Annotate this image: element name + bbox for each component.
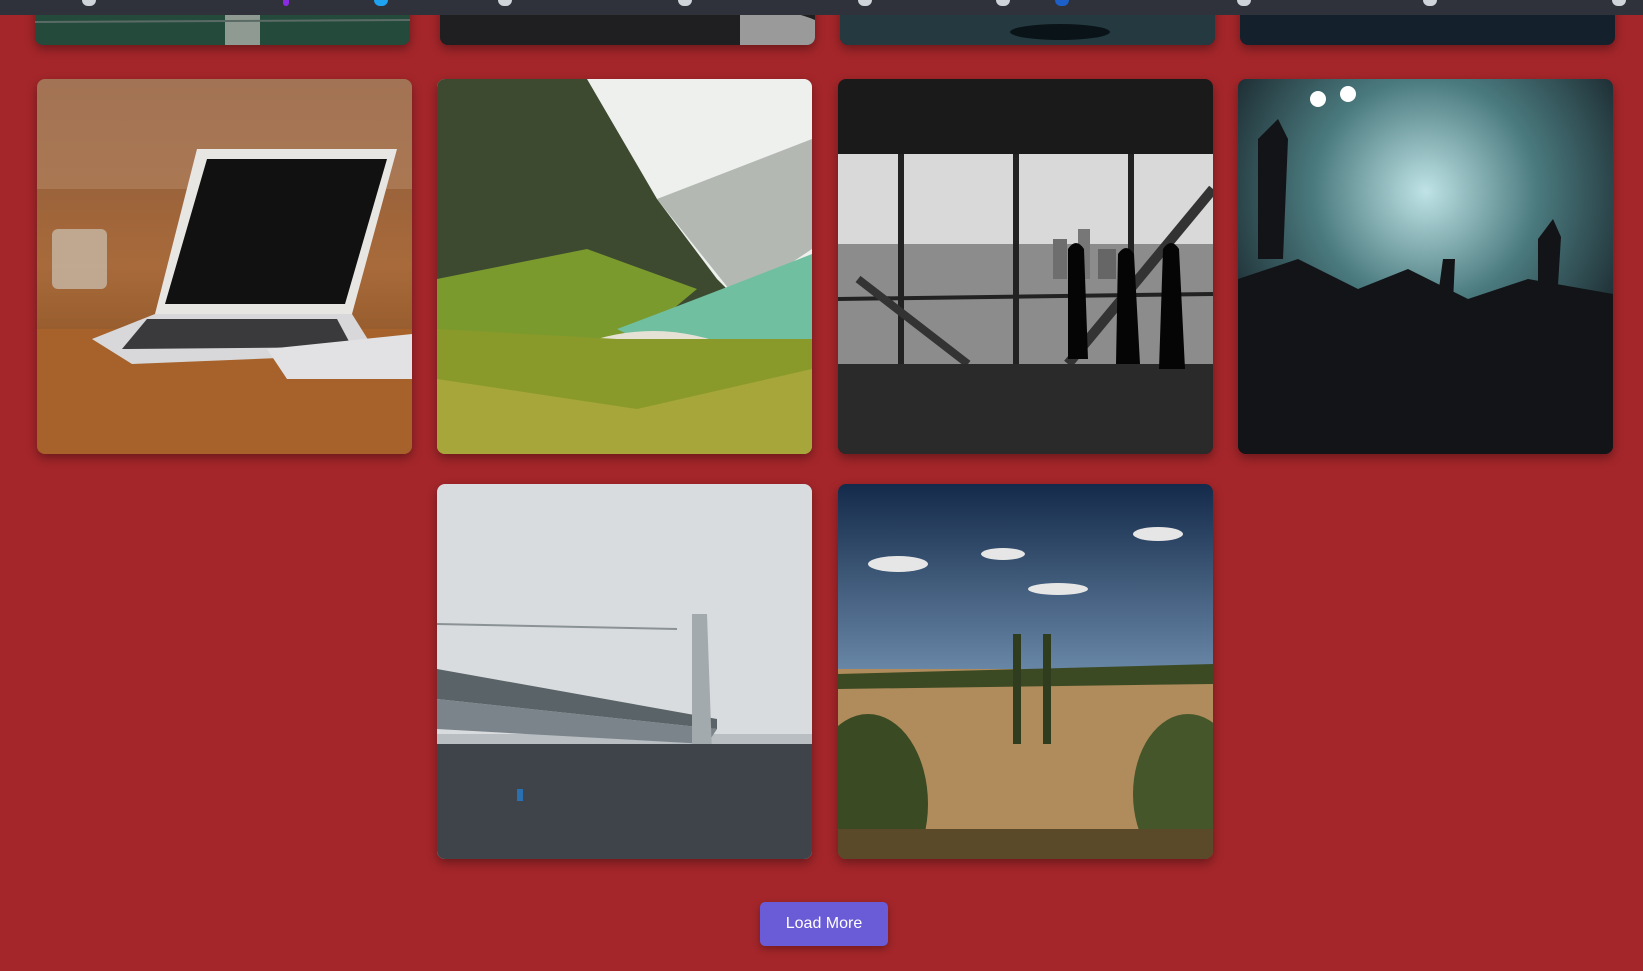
- gallery-image-foggy-bridge[interactable]: [437, 484, 812, 859]
- nav-icon[interactable]: [1237, 0, 1251, 6]
- nav-icon[interactable]: [498, 0, 512, 6]
- gallery-image-concert-crowd[interactable]: [1238, 79, 1613, 454]
- gallery-image-tuscan-cypress-field[interactable]: [838, 484, 1213, 859]
- nav-icon[interactable]: [82, 0, 96, 6]
- gallery-image-mountain-beach[interactable]: [437, 79, 812, 454]
- load-more-button[interactable]: Load More: [760, 902, 888, 946]
- nav-icon[interactable]: [1423, 0, 1437, 6]
- nav-icon[interactable]: [374, 0, 388, 6]
- nav-icon[interactable]: [678, 0, 692, 6]
- gallery-image-office-skyline-silhouettes[interactable]: [838, 79, 1213, 454]
- top-nav-bar: [0, 0, 1643, 15]
- nav-icon[interactable]: [858, 0, 872, 6]
- nav-icon[interactable]: [1055, 0, 1069, 6]
- nav-icon[interactable]: [283, 0, 289, 6]
- nav-icon[interactable]: [1612, 0, 1626, 6]
- nav-icon[interactable]: [996, 0, 1010, 6]
- gallery-image-laptop-on-desk[interactable]: [37, 79, 412, 454]
